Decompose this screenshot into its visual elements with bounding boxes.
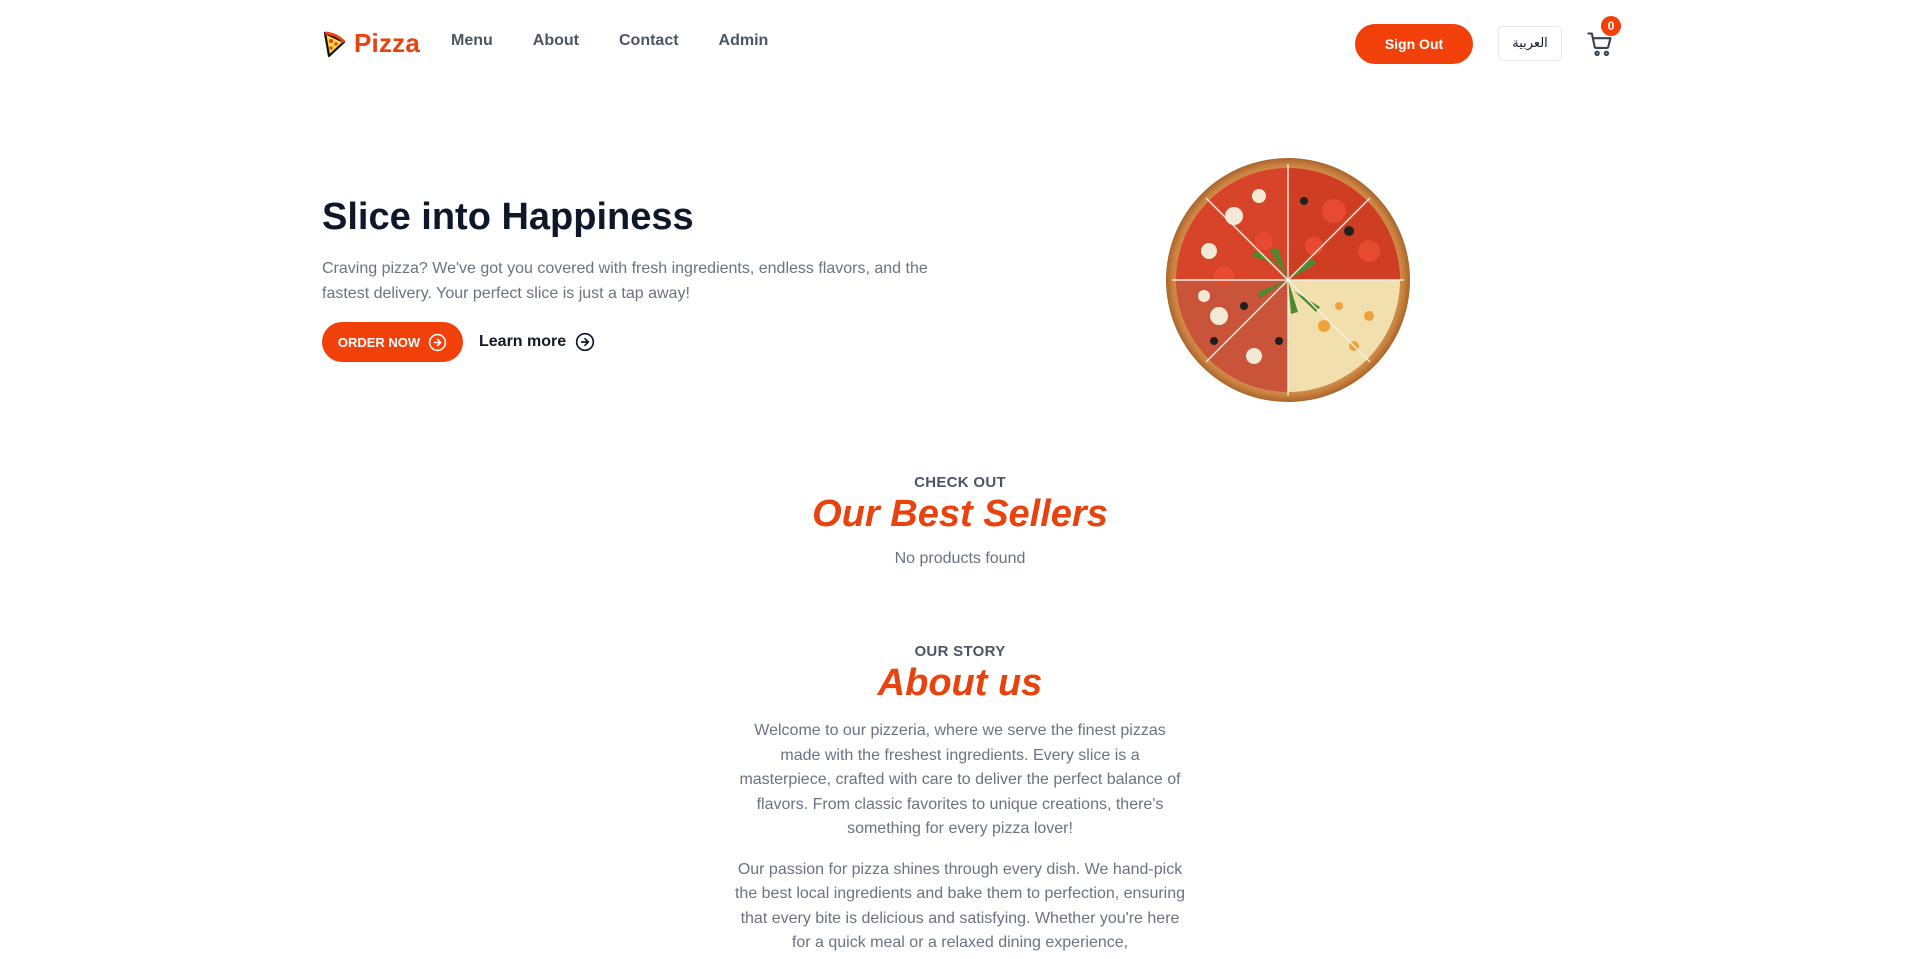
nav-item-menu[interactable]: Menu bbox=[451, 32, 493, 50]
nav-item-contact[interactable]: Contact bbox=[619, 32, 679, 50]
arrow-right-circle-icon bbox=[428, 333, 447, 351]
hero-description: Craving pizza? We've got you covered wit… bbox=[322, 260, 928, 302]
nav-item-admin[interactable]: Admin bbox=[719, 32, 769, 50]
sign-out-button[interactable]: Sign Out bbox=[1355, 24, 1473, 64]
no-products-message: No products found bbox=[894, 550, 1026, 567]
best-sellers-title: Our Best Sellers bbox=[812, 493, 1108, 535]
learn-more-link[interactable]: Learn more bbox=[479, 322, 595, 362]
about-paragraph: Welcome to our pizzeria, where we serve … bbox=[739, 722, 1181, 837]
about-section: OUR STORY About us Welcome to our pizzer… bbox=[0, 643, 1920, 956]
pizza-slice-icon bbox=[323, 31, 346, 57]
pizza-image bbox=[1166, 158, 1410, 402]
order-now-label: ORDER NOW bbox=[337, 334, 421, 350]
learn-more-label: Learn more bbox=[479, 333, 567, 350]
nav-item-about[interactable]: About bbox=[533, 32, 579, 50]
main-nav: Menu About Contact Admin bbox=[451, 32, 768, 50]
cart-count-badge: 0 bbox=[1601, 16, 1621, 36]
about-eyebrow: OUR STORY bbox=[914, 643, 1006, 660]
site-header: Pizza Menu About Contact Admin Sign Out … bbox=[0, 0, 1920, 86]
about-paragraph: Our passion for pizza shines through eve… bbox=[734, 860, 1186, 952]
arrow-right-circle-icon bbox=[575, 332, 595, 352]
brand-logo[interactable]: Pizza bbox=[322, 28, 420, 59]
best-sellers-eyebrow: CHECK OUT bbox=[914, 474, 1006, 491]
language-toggle-button[interactable]: العربية bbox=[1498, 26, 1562, 61]
brand-name: Pizza bbox=[354, 28, 421, 58]
order-now-button[interactable]: ORDER NOW bbox=[322, 322, 463, 362]
hero-title: Slice into Happiness bbox=[322, 196, 694, 238]
best-sellers-section: CHECK OUT Our Best Sellers No products f… bbox=[0, 474, 1920, 568]
about-title: About us bbox=[877, 662, 1043, 704]
